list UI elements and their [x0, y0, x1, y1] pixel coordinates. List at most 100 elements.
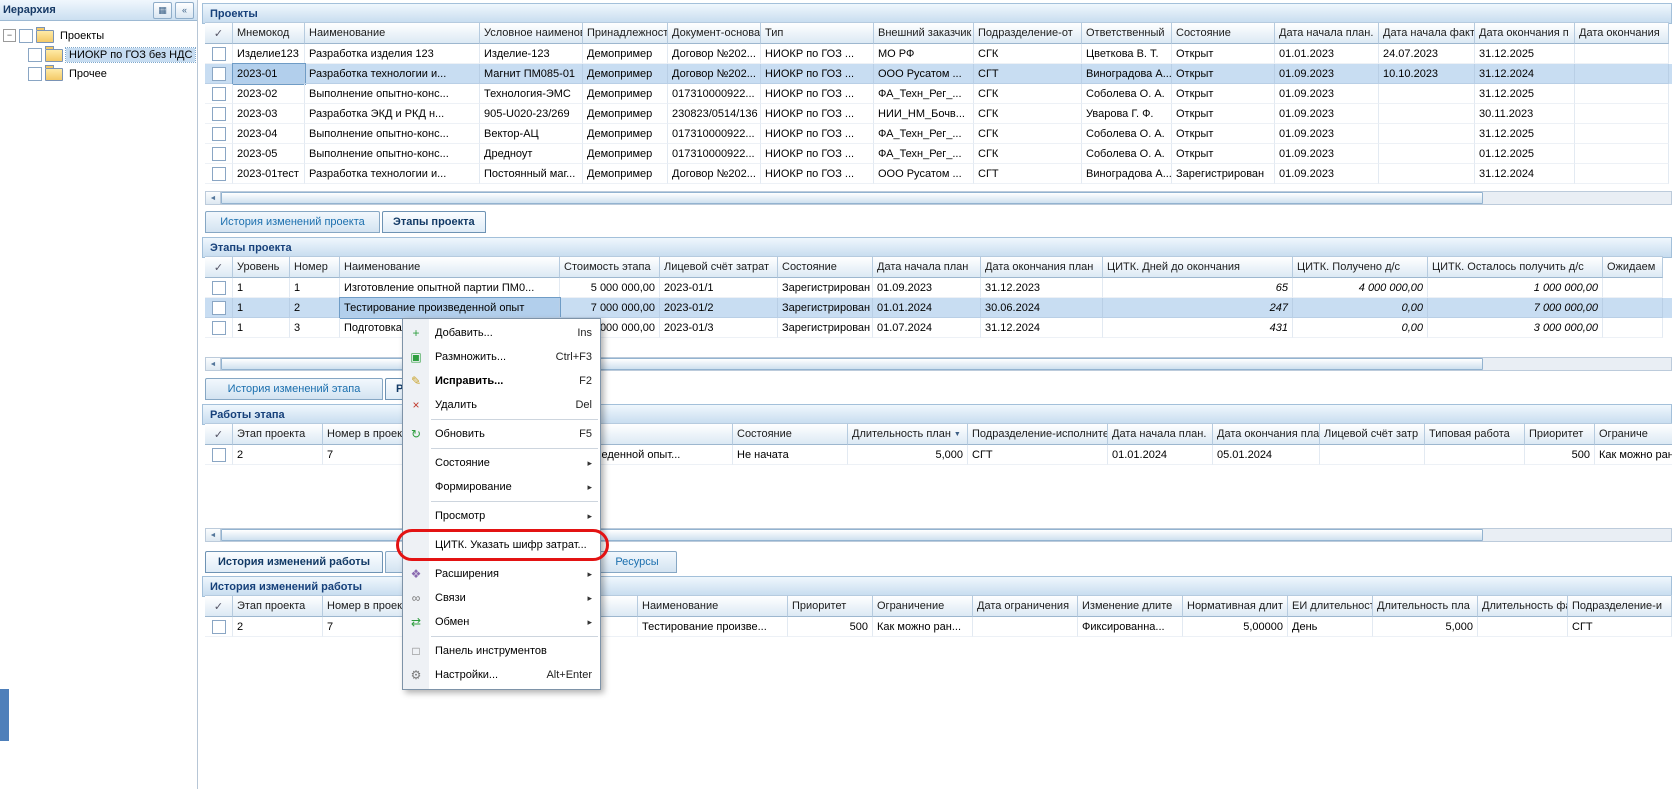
menu-item-edit[interactable]: ✎Исправить...F2: [403, 369, 600, 393]
column-header[interactable]: Наименование: [638, 595, 788, 617]
column-header[interactable]: ЦИТК. Получено д/с: [1293, 256, 1428, 278]
column-header[interactable]: Ожидаем: [1603, 256, 1663, 278]
column-header[interactable]: Изменение длите: [1078, 595, 1183, 617]
column-header[interactable]: Длительность фак: [1478, 595, 1568, 617]
column-header[interactable]: Дата начала план: [873, 256, 981, 278]
tree-item-label[interactable]: НИОКР по ГОЗ без НДС: [66, 48, 195, 62]
row-checkbox[interactable]: [212, 301, 226, 315]
tree-item-prochee[interactable]: Прочее: [0, 64, 197, 83]
column-header[interactable]: ✓: [205, 595, 233, 617]
menu-item-extensions[interactable]: ❖Расширения▸: [403, 562, 600, 586]
projects-hscrollbar[interactable]: ◄: [205, 191, 1672, 205]
column-header[interactable]: Наименование: [340, 256, 560, 278]
table-row[interactable]: Изделие123Разработка изделия 123Изделие-…: [205, 44, 1672, 64]
scroll-left-icon[interactable]: ◄: [206, 358, 221, 370]
column-header[interactable]: Подразделение-и: [1568, 595, 1672, 617]
menu-item-exchange[interactable]: ⇄Обмен▸: [403, 610, 600, 634]
column-header[interactable]: Дата начала план.: [1275, 22, 1379, 44]
column-header[interactable]: Ограниче: [1595, 423, 1672, 445]
menu-item-citk-cost-code[interactable]: ЦИТК. Указать шифр затрат...: [403, 533, 600, 557]
column-header[interactable]: Подразделение-от: [974, 22, 1082, 44]
column-header[interactable]: Состояние: [778, 256, 873, 278]
menu-item-links[interactable]: ∞Связи▸: [403, 586, 600, 610]
column-header[interactable]: Документ-основан: [668, 22, 761, 44]
column-header[interactable]: ✓: [205, 22, 233, 44]
row-checkbox[interactable]: [212, 620, 226, 634]
column-header[interactable]: Приоритет: [788, 595, 873, 617]
tree-checkbox[interactable]: [19, 29, 33, 43]
menu-item-formation[interactable]: Формирование▸: [403, 475, 600, 499]
column-header[interactable]: Лицевой счёт затр: [1320, 423, 1425, 445]
column-header[interactable]: Дата начала план.: [1108, 423, 1213, 445]
column-header[interactable]: Номер: [290, 256, 340, 278]
column-header[interactable]: Мнемокод: [233, 22, 305, 44]
column-header[interactable]: Уровень: [233, 256, 290, 278]
column-header[interactable]: Этап проекта: [233, 595, 323, 617]
row-checkbox[interactable]: [212, 147, 226, 161]
table-row[interactable]: 2023-01тестРазработка технологии и...Пос…: [205, 164, 1672, 184]
menu-item-add[interactable]: +Добавить...Ins: [403, 321, 600, 345]
column-header[interactable]: Подразделение-исполнитель.: [968, 423, 1108, 445]
column-header[interactable]: Приоритет: [1525, 423, 1595, 445]
row-checkbox[interactable]: [212, 448, 226, 462]
column-header[interactable]: Дата окончания план: [981, 256, 1103, 278]
table-row[interactable]: 2023-01Разработка технологии и...Магнит …: [205, 64, 1672, 84]
column-header[interactable]: ЕИ длительности: [1288, 595, 1373, 617]
tab-work-history[interactable]: История изменений работы: [205, 551, 383, 573]
table-row[interactable]: 11Изготовление опытной партии ПМ0...5 00…: [205, 278, 1672, 298]
column-header[interactable]: ЦИТК. Дней до окончания: [1103, 256, 1293, 278]
tab-project-stages[interactable]: Этапы проекта: [382, 211, 486, 233]
tree-checkbox[interactable]: [28, 48, 42, 62]
menu-item-settings[interactable]: ⚙Настройки...Alt+Enter: [403, 663, 600, 687]
column-header[interactable]: Лицевой счёт затрат: [660, 256, 778, 278]
tree-item-niokr-goz-bez-nds[interactable]: НИОКР по ГОЗ без НДС: [0, 45, 197, 64]
column-header[interactable]: Ограничение: [873, 595, 973, 617]
column-header[interactable]: Принадлежность: [583, 22, 668, 44]
table-row[interactable]: 12Тестирование произведенной опыт7 000 0…: [205, 298, 1672, 318]
column-header[interactable]: Условное наименова: [480, 22, 583, 44]
column-header[interactable]: ЦИТК. Осталось получить д/с: [1428, 256, 1603, 278]
table-row[interactable]: 2023-04Выполнение опытно-конс...Вектор-А…: [205, 124, 1672, 144]
row-checkbox[interactable]: [212, 167, 226, 181]
column-header[interactable]: Дата начала факт: [1379, 22, 1475, 44]
menu-item-refresh[interactable]: ↻ОбновитьF5: [403, 422, 600, 446]
column-header[interactable]: Дата окончания п: [1475, 22, 1575, 44]
hierarchy-grid-icon[interactable]: ▦: [153, 2, 172, 19]
menu-item-state[interactable]: Состояние▸: [403, 451, 600, 475]
row-checkbox[interactable]: [212, 107, 226, 121]
row-checkbox[interactable]: [212, 87, 226, 101]
column-header[interactable]: Ответственный: [1082, 22, 1172, 44]
menu-item-delete[interactable]: ×УдалитьDel: [403, 393, 600, 417]
column-header[interactable]: Дата окончания: [1575, 22, 1669, 44]
tab-project-history[interactable]: История изменений проекта: [205, 211, 380, 233]
column-header[interactable]: Состояние: [1172, 22, 1275, 44]
menu-item-duplicate[interactable]: ▣Размножить...Ctrl+F3: [403, 345, 600, 369]
column-header[interactable]: Длительность пла: [1373, 595, 1478, 617]
row-checkbox[interactable]: [212, 321, 226, 335]
tab-work-resources[interactable]: Ресурсы: [597, 551, 677, 573]
scroll-left-icon[interactable]: ◄: [206, 529, 221, 541]
row-checkbox[interactable]: [212, 47, 226, 61]
column-header[interactable]: Этап проекта: [233, 423, 323, 445]
column-header[interactable]: Дата окончания план: [1213, 423, 1320, 445]
table-row[interactable]: 2023-05Выполнение опытно-конс...Дредноут…: [205, 144, 1672, 164]
scroll-left-icon[interactable]: ◄: [206, 192, 221, 204]
column-header[interactable]: Типовая работа: [1425, 423, 1525, 445]
tree-expander-icon[interactable]: −: [3, 29, 16, 42]
tree-checkbox[interactable]: [28, 67, 42, 81]
table-row[interactable]: 2023-03Разработка ЭКД и РКД н...905-U020…: [205, 104, 1672, 124]
column-header[interactable]: Состояние: [733, 423, 848, 445]
column-header[interactable]: ✓: [205, 423, 233, 445]
table-row[interactable]: 2023-02Выполнение опытно-конс...Технолог…: [205, 84, 1672, 104]
column-header[interactable]: Наименование: [305, 22, 480, 44]
column-header[interactable]: Нормативная длит: [1183, 595, 1288, 617]
menu-item-toolbar-panel[interactable]: □Панель инструментов: [403, 639, 600, 663]
tree-item-label[interactable]: Проекты: [57, 29, 107, 43]
row-checkbox[interactable]: [212, 281, 226, 295]
column-header[interactable]: Тип: [761, 22, 874, 44]
column-header[interactable]: Дата ограничения: [973, 595, 1078, 617]
column-header[interactable]: Внешний заказчик: [874, 22, 974, 44]
row-checkbox[interactable]: [212, 127, 226, 141]
hierarchy-collapse-icon[interactable]: «: [175, 2, 194, 19]
tab-stage-history[interactable]: История изменений этапа: [205, 378, 383, 400]
